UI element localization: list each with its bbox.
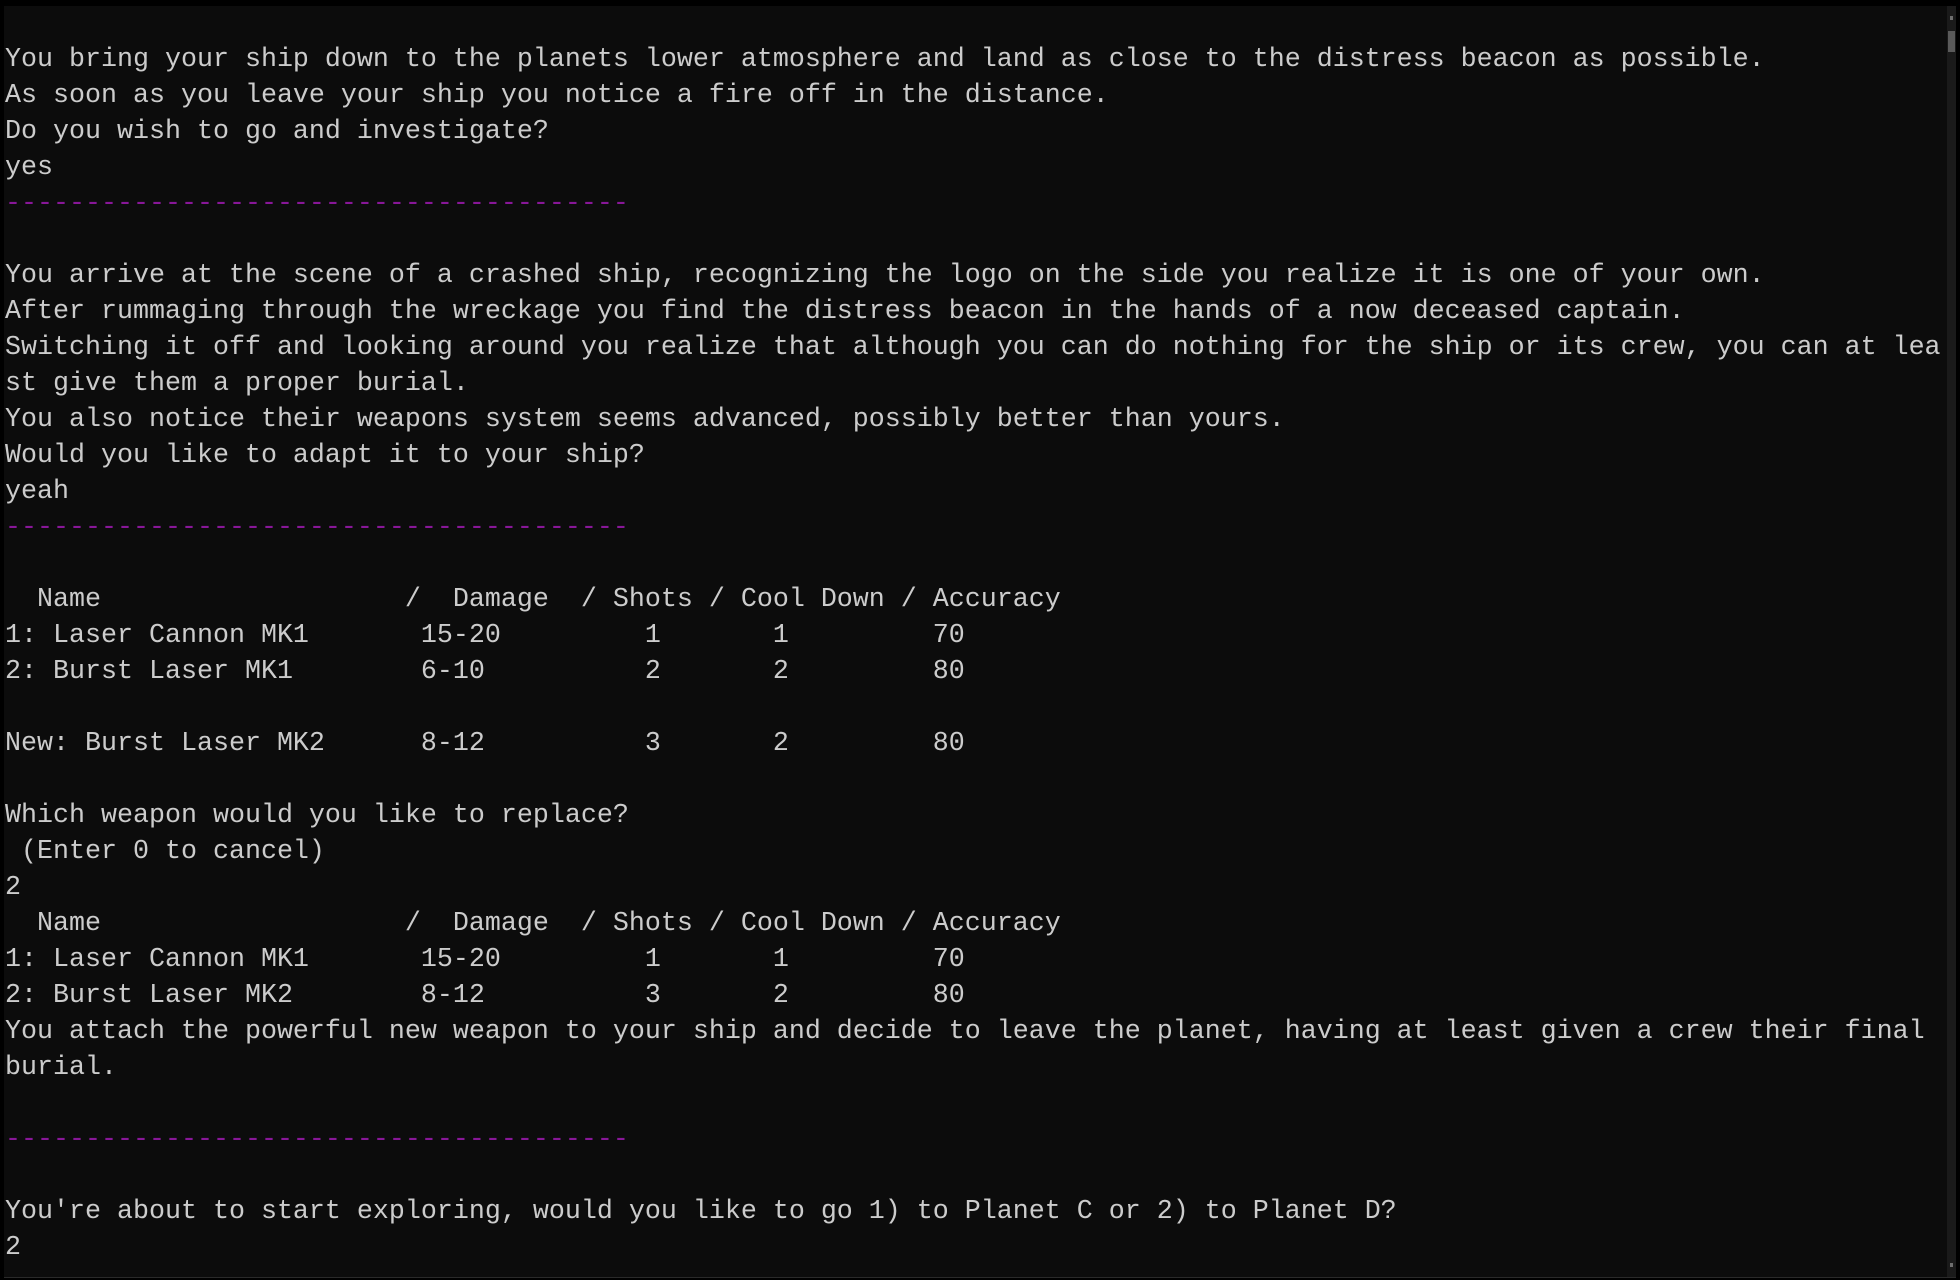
prompt-line: You're about to start exploring, would y… <box>5 1197 1397 1227</box>
weapon-table-row: 2: Burst Laser MK1 6-10 2 2 80 <box>5 657 965 687</box>
terminal-output[interactable]: You bring your ship down to the planets … <box>4 6 1947 1277</box>
window-bottom-border <box>4 1277 1956 1278</box>
weapon-table-row: 1: Laser Cannon MK1 15-20 1 1 70 <box>5 945 965 975</box>
prompt-line: Would you like to adapt it to your ship? <box>5 441 645 471</box>
output-line: You arrive at the scene of a crashed shi… <box>5 261 1765 291</box>
weapon-table-row: New: Burst Laser MK2 8-12 3 2 80 <box>5 729 965 759</box>
weapon-table-row: 1: Laser Cannon MK1 15-20 1 1 70 <box>5 621 965 651</box>
user-input-line: yes <box>5 153 53 183</box>
scroll-up-arrow-icon[interactable] <box>1950 16 1953 20</box>
separator-line: --------------------------------------- <box>5 189 629 219</box>
prompt-line: Which weapon would you like to replace? <box>5 801 629 831</box>
scroll-down-arrow-icon[interactable] <box>1950 1263 1953 1267</box>
output-line: burial. <box>5 1053 117 1083</box>
user-input-line: 2 <box>5 873 21 903</box>
terminal-lines: You bring your ship down to the planets … <box>5 6 1947 1266</box>
terminal-window: You bring your ship down to the planets … <box>0 0 1960 1280</box>
separator-line: --------------------------------------- <box>5 513 629 543</box>
weapon-table-row: 2: Burst Laser MK2 8-12 3 2 80 <box>5 981 965 1011</box>
output-line: As soon as you leave your ship you notic… <box>5 81 1109 111</box>
output-line: (Enter 0 to cancel) <box>5 837 325 867</box>
prompt-line: Do you wish to go and investigate? <box>5 117 549 147</box>
output-line: You attach the powerful new weapon to yo… <box>5 1017 1925 1047</box>
window-right-border <box>1956 0 1960 1280</box>
weapon-table-header: Name / Damage / Shots / Cool Down / Accu… <box>5 909 1061 939</box>
user-input-line: 2 <box>5 1233 21 1263</box>
output-line: After rummaging through the wreckage you… <box>5 297 1685 327</box>
vertical-scrollbar[interactable] <box>1947 6 1956 1277</box>
output-line: You also notice their weapons system see… <box>5 405 1285 435</box>
user-input-line: yeah <box>5 477 69 507</box>
weapon-table-header: Name / Damage / Shots / Cool Down / Accu… <box>5 585 1061 615</box>
output-line: Switching it off and looking around you … <box>5 333 1941 363</box>
scrollbar-thumb[interactable] <box>1948 31 1955 52</box>
output-line: You bring your ship down to the planets … <box>5 45 1765 75</box>
output-line: st give them a proper burial. <box>5 369 469 399</box>
separator-line: --------------------------------------- <box>5 1125 629 1155</box>
